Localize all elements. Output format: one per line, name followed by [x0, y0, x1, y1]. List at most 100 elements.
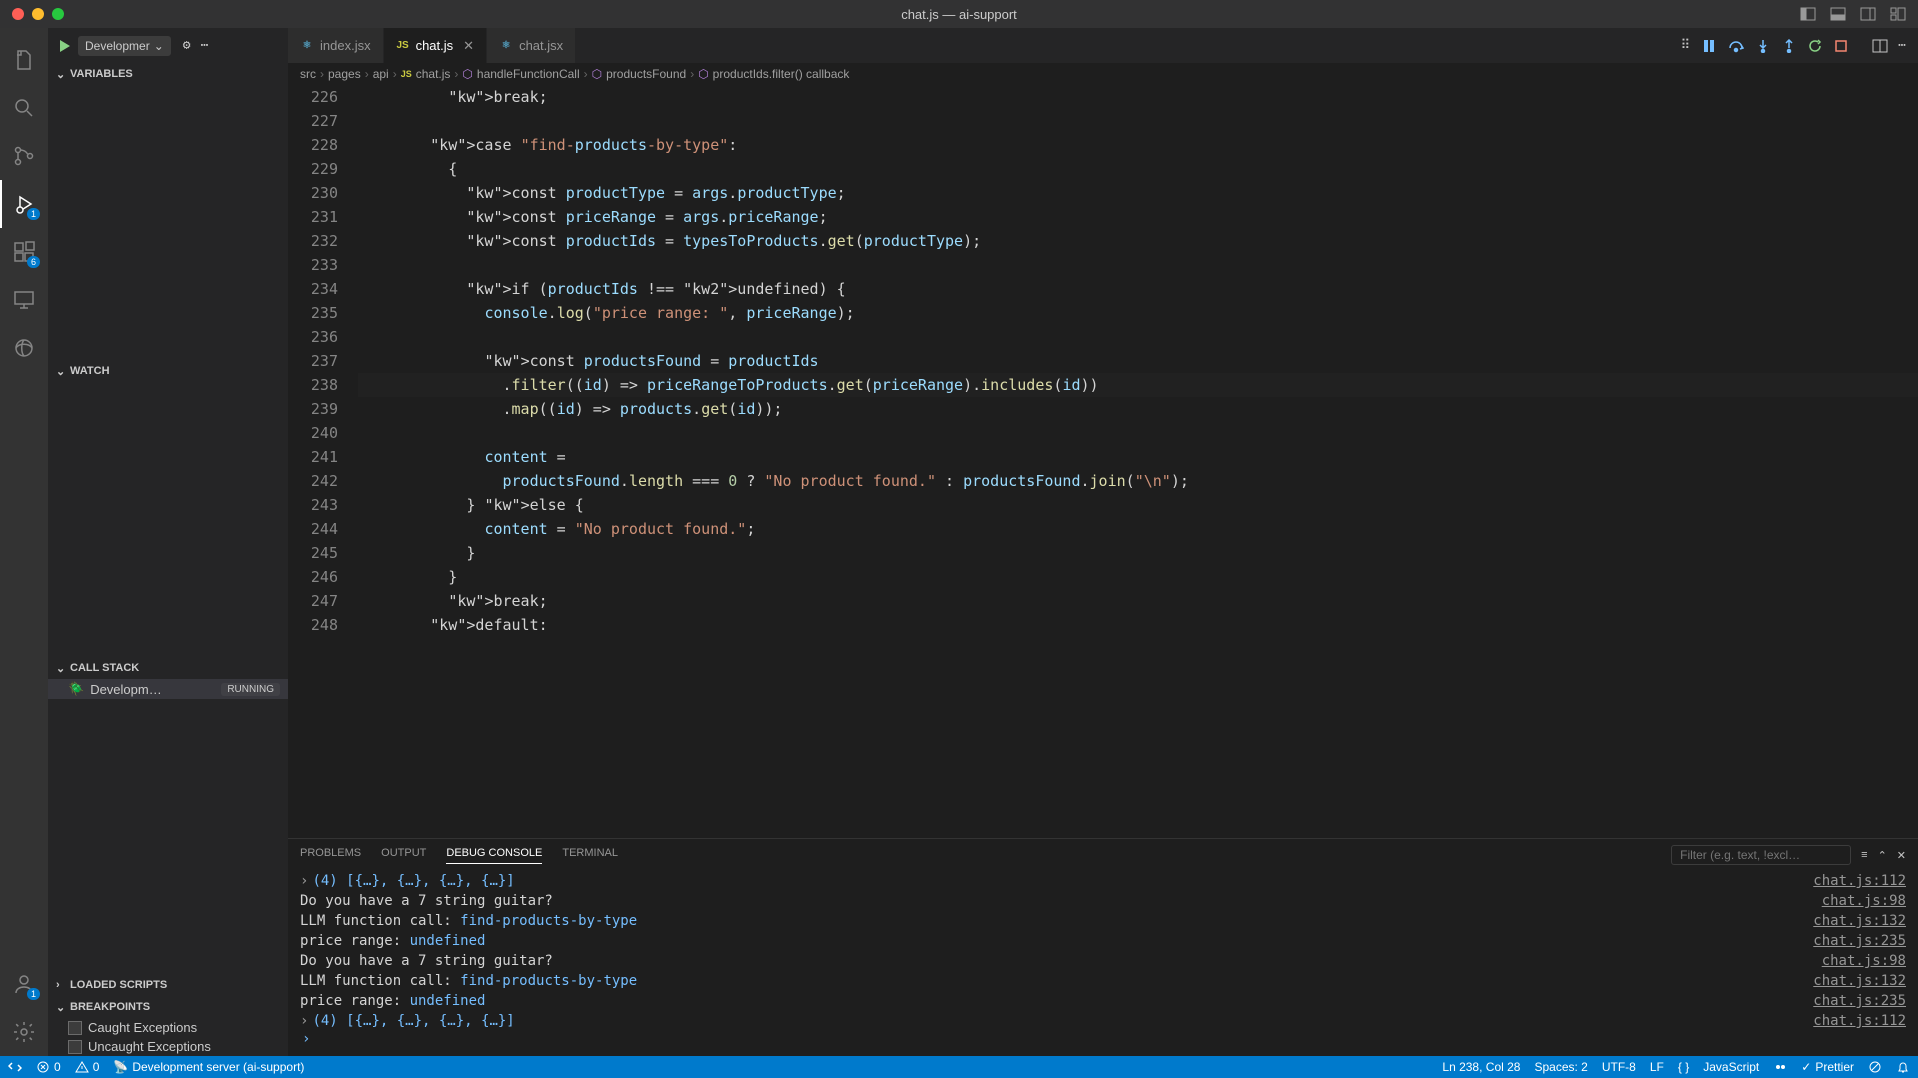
call-stack-item[interactable]: 🪲Developm… RUNNING: [48, 679, 288, 699]
code-line[interactable]: content =: [358, 445, 1918, 469]
bell-icon[interactable]: [1896, 1060, 1910, 1074]
code-line[interactable]: "kw">break;: [358, 589, 1918, 613]
line-number[interactable]: 235: [288, 301, 338, 325]
breadcrumb-item[interactable]: ⬡ handleFunctionCall: [462, 67, 579, 81]
source-link[interactable]: chat.js:98: [1822, 891, 1906, 911]
code-line[interactable]: productsFound.length === 0 ? "No product…: [358, 469, 1918, 493]
line-number[interactable]: 239: [288, 397, 338, 421]
code-line[interactable]: }: [358, 565, 1918, 589]
customize-layout-icon[interactable]: [1890, 6, 1906, 22]
run-debug-icon[interactable]: 1: [0, 180, 48, 228]
section-loaded-scripts[interactable]: ›LOADED SCRIPTS: [48, 974, 288, 996]
code-line[interactable]: {: [358, 157, 1918, 181]
braces-icon[interactable]: { }: [1678, 1060, 1689, 1074]
console-line[interactable]: LLM function call: find-products-by-type…: [300, 971, 1906, 991]
code-line[interactable]: "kw">const productsFound = productIds: [358, 349, 1918, 373]
code-line[interactable]: "kw">const productType = args.productTyp…: [358, 181, 1918, 205]
code-line[interactable]: [358, 421, 1918, 445]
layout-panel-icon[interactable]: [1830, 6, 1846, 22]
restart-icon[interactable]: [1808, 39, 1822, 53]
close-tab-icon[interactable]: ✕: [463, 38, 474, 54]
errors-count[interactable]: 0: [36, 1060, 61, 1074]
breakpoint-uncaught[interactable]: Uncaught Exceptions: [48, 1037, 288, 1056]
expand-arrow-icon[interactable]: ›: [300, 1013, 308, 1029]
code-line[interactable]: }: [358, 541, 1918, 565]
section-breakpoints[interactable]: ⌄BREAKPOINTS: [48, 996, 288, 1018]
console-line[interactable]: ›(4) [{…}, {…}, {…}, {…}]chat.js:112: [300, 1011, 1906, 1031]
dev-server-status[interactable]: 📡Development server (ai-support): [113, 1060, 304, 1074]
section-variables[interactable]: ⌄VARIABLES: [48, 63, 288, 85]
code-line[interactable]: [358, 325, 1918, 349]
start-debug-icon[interactable]: [56, 38, 72, 54]
gear-icon[interactable]: ⚙: [183, 38, 191, 53]
breadcrumb-item[interactable]: ⬡ productIds.filter() callback: [698, 67, 849, 81]
cursor-position[interactable]: Ln 238, Col 28: [1442, 1060, 1520, 1074]
encoding[interactable]: UTF-8: [1602, 1060, 1636, 1074]
console-line[interactable]: Do you have a 7 string guitar?chat.js:98: [300, 891, 1906, 911]
line-number[interactable]: 242: [288, 469, 338, 493]
console-line[interactable]: price range: undefinedchat.js:235: [300, 991, 1906, 1011]
explorer-icon[interactable]: [0, 36, 48, 84]
line-number[interactable]: 230: [288, 181, 338, 205]
checkbox[interactable]: [68, 1021, 82, 1035]
editor-tab[interactable]: ⚛index.jsx: [288, 28, 384, 63]
source-link[interactable]: chat.js:112: [1813, 871, 1906, 891]
code-editor[interactable]: 2262272282292302312322332342352362372382…: [288, 85, 1918, 838]
feedback-icon[interactable]: [1868, 1060, 1882, 1074]
line-number[interactable]: 243: [288, 493, 338, 517]
console-line[interactable]: price range: undefinedchat.js:235: [300, 931, 1906, 951]
debug-config-dropdown[interactable]: Developmer ⌄: [78, 36, 171, 56]
code-line[interactable]: "kw">if (productIds !== "kw2">undefined)…: [358, 277, 1918, 301]
breadcrumb-item[interactable]: ⬡ productsFound: [592, 67, 687, 81]
code-line[interactable]: console.log("price range: ", priceRange)…: [358, 301, 1918, 325]
code-line[interactable]: content = "No product found.";: [358, 517, 1918, 541]
step-over-icon[interactable]: [1728, 39, 1744, 53]
editor-tab[interactable]: JSchat.js✕: [384, 28, 487, 63]
more-icon[interactable]: ⋯: [201, 38, 209, 53]
line-number[interactable]: 226: [288, 85, 338, 109]
code-line[interactable]: } "kw">else {: [358, 493, 1918, 517]
line-number[interactable]: 231: [288, 205, 338, 229]
line-number[interactable]: 245: [288, 541, 338, 565]
code-line[interactable]: [358, 109, 1918, 133]
warnings-count[interactable]: 0: [75, 1060, 100, 1074]
layout-secondary-icon[interactable]: [1860, 6, 1876, 22]
console-input-prompt[interactable]: ›: [300, 1031, 1906, 1047]
prettier-status[interactable]: ✓ Prettier: [1801, 1060, 1854, 1074]
indentation[interactable]: Spaces: 2: [1534, 1060, 1587, 1074]
extensions-icon[interactable]: 6: [0, 228, 48, 276]
console-line[interactable]: ›(4) [{…}, {…}, {…}, {…}]chat.js:112: [300, 871, 1906, 891]
panel-tab-problems[interactable]: PROBLEMS: [300, 847, 361, 863]
breadcrumb-item[interactable]: src: [300, 67, 316, 81]
more-actions-icon[interactable]: ⋯: [1898, 38, 1906, 53]
maximize-window-button[interactable]: [52, 8, 64, 20]
source-control-icon[interactable]: [0, 132, 48, 180]
line-number[interactable]: 234: [288, 277, 338, 301]
language-mode[interactable]: JavaScript: [1703, 1060, 1759, 1074]
code-line[interactable]: .filter((id) => priceRangeToProducts.get…: [358, 373, 1918, 397]
code-line[interactable]: [358, 253, 1918, 277]
line-number[interactable]: 241: [288, 445, 338, 469]
list-icon[interactable]: ≡: [1861, 849, 1867, 861]
section-callstack[interactable]: ⌄CALL STACK: [48, 657, 288, 679]
console-line[interactable]: Do you have a 7 string guitar?chat.js:98: [300, 951, 1906, 971]
editor-tab[interactable]: ⚛chat.jsx: [487, 28, 576, 63]
edge-tools-icon[interactable]: [0, 324, 48, 372]
breadcrumbs[interactable]: src›pages›api›JS chat.js›⬡ handleFunctio…: [288, 63, 1918, 85]
close-panel-icon[interactable]: ✕: [1897, 849, 1906, 862]
source-link[interactable]: chat.js:235: [1813, 931, 1906, 951]
step-into-icon[interactable]: [1756, 39, 1770, 53]
console-filter-input[interactable]: [1671, 845, 1851, 865]
source-link[interactable]: chat.js:98: [1822, 951, 1906, 971]
checkbox[interactable]: [68, 1040, 82, 1054]
line-number[interactable]: 227: [288, 109, 338, 133]
clear-console-icon[interactable]: ⌃: [1878, 849, 1887, 862]
line-number[interactable]: 240: [288, 421, 338, 445]
source-link[interactable]: chat.js:132: [1813, 971, 1906, 991]
debug-console[interactable]: ›(4) [{…}, {…}, {…}, {…}]chat.js:112Do y…: [288, 871, 1918, 1056]
expand-arrow-icon[interactable]: ›: [300, 873, 308, 889]
code-line[interactable]: .map((id) => products.get(id));: [358, 397, 1918, 421]
section-watch[interactable]: ⌄WATCH: [48, 360, 288, 382]
line-number[interactable]: 237: [288, 349, 338, 373]
code-line[interactable]: "kw">break;: [358, 85, 1918, 109]
